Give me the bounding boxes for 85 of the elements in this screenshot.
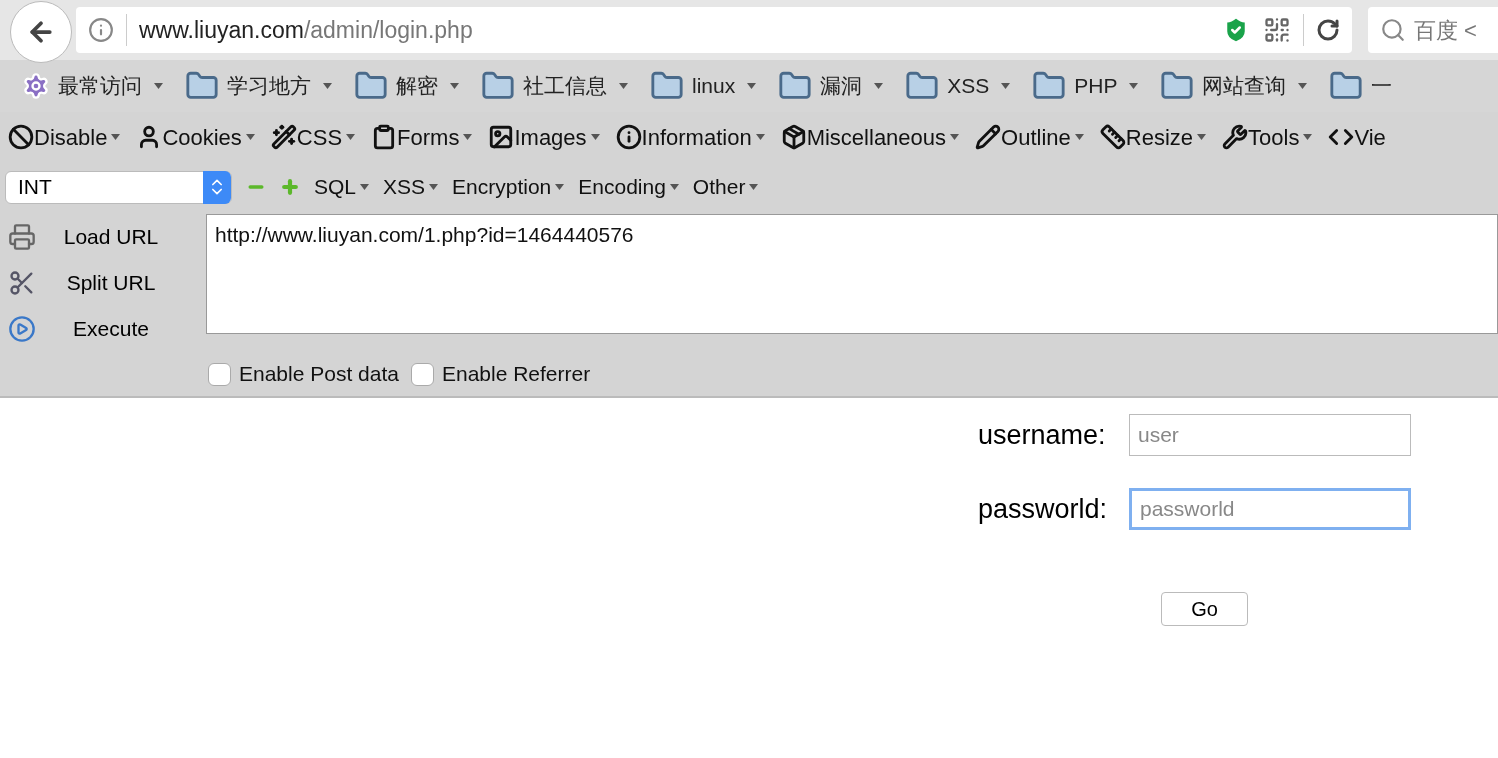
hackbar-menu[interactable]: SQL xyxy=(314,171,370,203)
caret-icon xyxy=(755,134,765,140)
hackbar-menu[interactable]: XSS xyxy=(383,171,439,203)
address-bar[interactable]: www.liuyan.com/admin/login.php xyxy=(76,7,1352,53)
caret-icon xyxy=(323,83,332,89)
toolbar-menu[interactable]: Resize xyxy=(1099,120,1207,154)
caret-icon xyxy=(950,134,960,140)
caret-icon xyxy=(747,83,757,89)
field-label: username: xyxy=(978,418,1107,452)
action-button[interactable]: Execute xyxy=(36,313,186,345)
hackbar-menu[interactable]: Other xyxy=(692,171,759,203)
caret-icon xyxy=(1074,134,1084,140)
bookmark-folder[interactable]: XSS xyxy=(905,69,1011,103)
caret-icon xyxy=(360,184,370,190)
bookmark-folder[interactable]: linux xyxy=(650,69,757,103)
search-field[interactable]: 百度 < xyxy=(1368,7,1498,53)
caret-icon xyxy=(619,83,628,89)
caret-icon xyxy=(111,134,121,140)
select-arrows-icon xyxy=(203,170,231,204)
qr-code-icon[interactable] xyxy=(1263,16,1291,44)
caret-icon xyxy=(429,184,439,190)
hackbar-menu[interactable]: Encryption xyxy=(452,171,565,203)
caret-icon xyxy=(154,83,163,89)
bookmark-folder[interactable]: 最常访问 xyxy=(22,70,163,102)
url-textarea[interactable]: http://www.liuyan.com/1.php?id=1464440576 xyxy=(206,214,1498,334)
caret-icon xyxy=(346,134,356,140)
caret-icon xyxy=(463,134,473,140)
bookmark-folder[interactable]: 学习地方 xyxy=(185,69,332,103)
bookmark-folder[interactable]: 一 xyxy=(1329,69,1393,103)
caret-icon xyxy=(1298,83,1308,89)
caret-icon xyxy=(1197,134,1207,140)
toolbar-menu[interactable]: Images xyxy=(488,120,600,154)
checkbox-label: Enable Referrer xyxy=(441,361,591,388)
ruler-icon xyxy=(1099,124,1126,150)
caret-icon xyxy=(1129,83,1139,89)
caret-icon xyxy=(1001,83,1011,89)
search-placeholder: 百度 < xyxy=(1414,16,1477,45)
bookmark-folder[interactable]: 解密 xyxy=(354,69,459,103)
action-button[interactable]: Split URL xyxy=(36,267,186,299)
ban-icon xyxy=(8,124,34,150)
url-text: www.liuyan.com/admin/login.php xyxy=(139,15,474,45)
toolbar-menu[interactable]: Miscellaneous xyxy=(780,120,960,154)
checkbox[interactable] xyxy=(208,362,231,386)
toolbar-menu[interactable]: Disable xyxy=(8,120,121,154)
info-icon xyxy=(88,17,114,43)
plus-icon[interactable] xyxy=(280,177,300,197)
go-button[interactable]: Go xyxy=(1161,592,1248,626)
printer-icon xyxy=(8,223,36,251)
magic-wand-icon xyxy=(270,124,297,150)
caret-icon xyxy=(450,83,459,89)
toolbar-menu[interactable]: Vie xyxy=(1328,120,1386,154)
caret-icon xyxy=(1303,134,1313,140)
caret-icon xyxy=(555,184,565,190)
bookmark-folder[interactable]: PHP xyxy=(1032,69,1139,103)
pencil-icon xyxy=(975,124,1002,150)
caret-icon xyxy=(245,134,255,140)
checkbox-label: Enable Post data xyxy=(239,361,399,388)
reload-icon[interactable] xyxy=(1316,18,1340,42)
input-field[interactable]: user xyxy=(1129,414,1411,456)
wrench-icon xyxy=(1222,124,1249,150)
input-field[interactable]: passworld xyxy=(1129,488,1411,530)
toolbar-menu[interactable]: CSS xyxy=(270,120,356,154)
bookmark-folder[interactable]: 漏洞 xyxy=(778,69,884,103)
search-icon xyxy=(1380,17,1406,43)
toolbar-menu[interactable]: Forms xyxy=(371,120,473,154)
box-icon xyxy=(780,124,807,150)
encoding-select[interactable]: INT xyxy=(5,170,232,204)
toolbar-menu[interactable]: Information xyxy=(615,120,765,154)
gear-folder-icon xyxy=(22,72,50,100)
bookmark-folder[interactable]: 社工信息 xyxy=(481,69,628,103)
bookmark-folder[interactable]: 网站查询 xyxy=(1160,69,1308,103)
hackbar-menu[interactable]: Encoding xyxy=(578,171,679,203)
caret-icon xyxy=(590,134,600,140)
caret-icon xyxy=(874,83,884,89)
checkbox[interactable] xyxy=(410,362,434,386)
image-icon xyxy=(488,124,515,150)
action-button[interactable]: Load URL xyxy=(36,221,186,253)
info-icon xyxy=(615,124,642,150)
toolbar-menu[interactable]: Outline xyxy=(975,120,1084,154)
toolbar-menu[interactable]: Tools xyxy=(1222,120,1313,154)
caret-icon xyxy=(749,184,759,190)
play-icon xyxy=(8,315,36,343)
toolbar-menu[interactable]: Cookies xyxy=(136,120,255,154)
field-label: passworld: xyxy=(978,492,1109,526)
caret-icon xyxy=(669,184,679,190)
